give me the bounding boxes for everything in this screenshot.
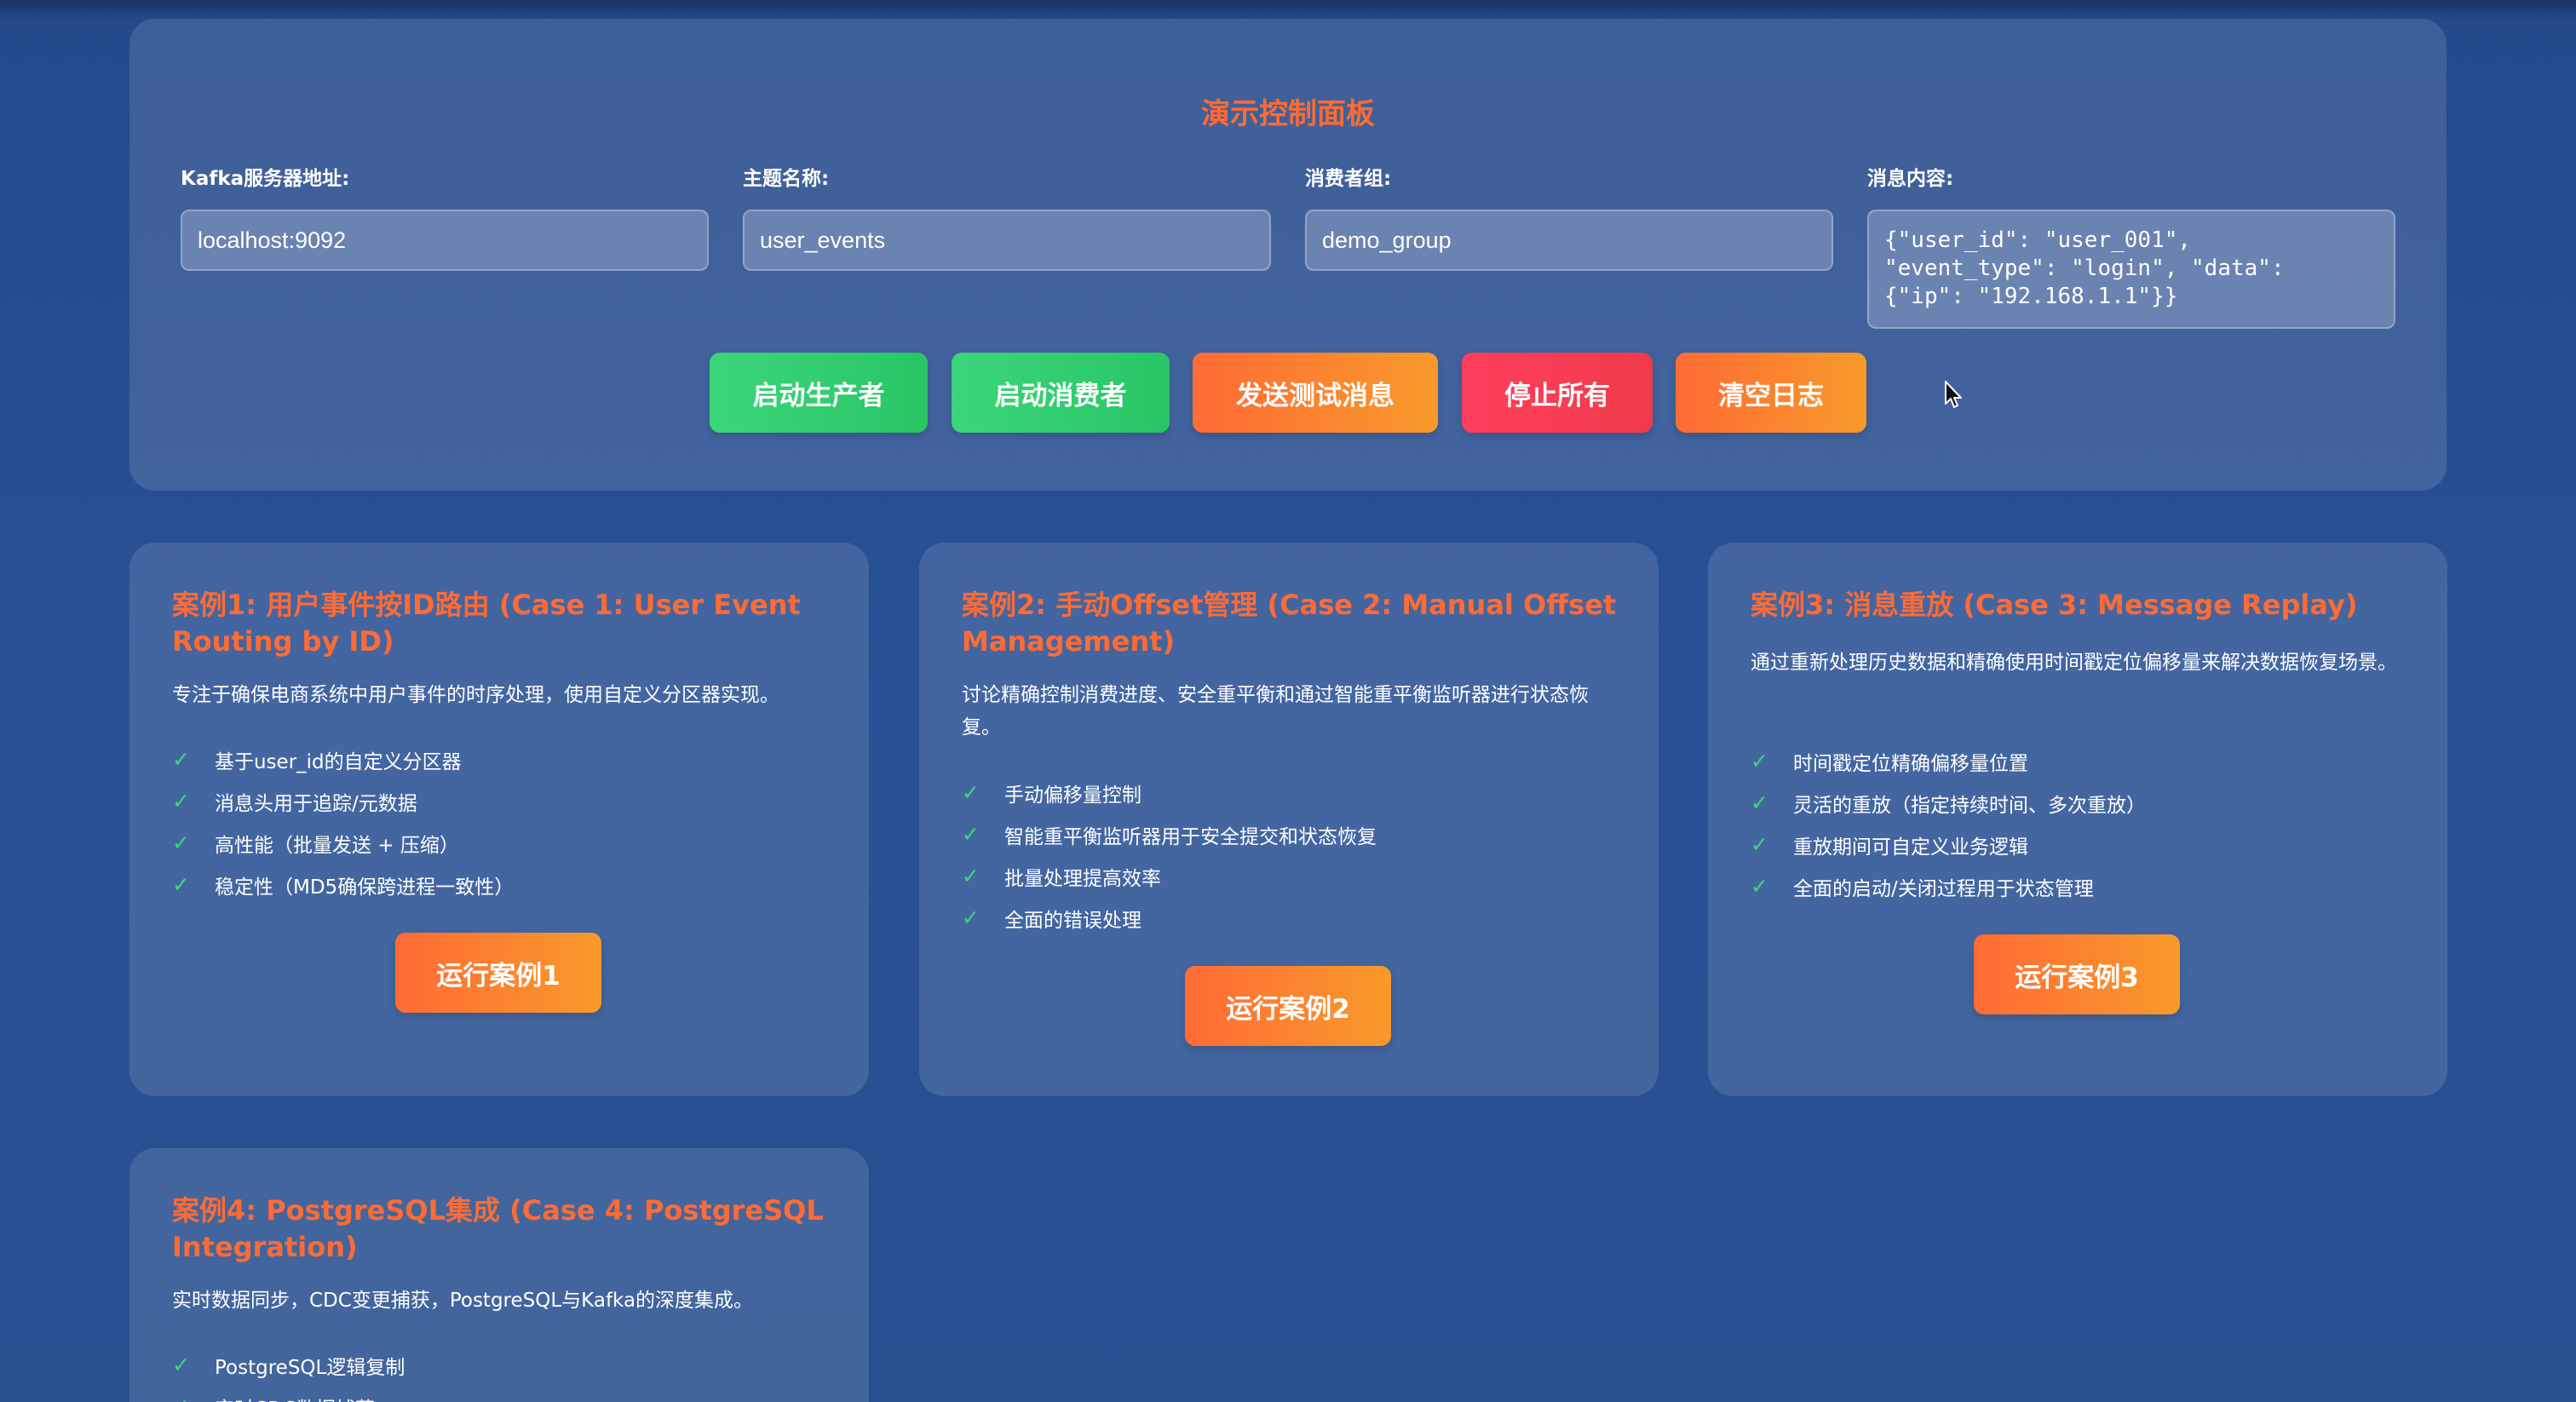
case-card-4: 案例4: PostgreSQL集成 (Case 4: PostgreSQL In… [129, 1148, 869, 1402]
feature-text: 时间戳定位精确偏移量位置 [1793, 752, 2028, 775]
start-producer-button[interactable]: 启动生产者 [710, 353, 928, 433]
check-icon: ✓ [1751, 874, 1768, 899]
check-icon: ✓ [962, 905, 980, 930]
check-icon: ✓ [172, 830, 190, 855]
case-title: 案例3: 消息重放 (Case 3: Message Replay) [1751, 589, 2358, 621]
feature-list: ✓ 手动偏移量控制 ✓ 智能重平衡监听器用于安全提交和状态恢复 ✓ 批量处理提高效率 … [962, 772, 1377, 939]
feature-text: 高性能（批量发送 + 压缩） [215, 834, 459, 857]
topic-input[interactable] [743, 210, 1271, 271]
case-title: 案例1: 用户事件按ID路由 (Case 1: User Event Routi… [172, 589, 801, 658]
list-item: ✓ 稳定性（MD5确保跨进程一致性） [172, 864, 514, 905]
top-shadow [0, 0, 2576, 20]
check-icon: ✓ [1751, 832, 1768, 857]
consumer-group-field: 消费者组: [1305, 162, 1833, 271]
list-item: ✓ 消息头用于追踪/元数据 [172, 780, 514, 822]
feature-text: PostgreSQL逻辑复制 [215, 1356, 405, 1379]
check-icon: ✓ [172, 872, 190, 897]
run-case-1-button[interactable]: 运行案例1 [395, 933, 601, 1013]
case-card-1: 案例1: 用户事件按ID路由 (Case 1: User Event Routi… [129, 543, 869, 1096]
case-card-2: 案例2: 手动Offset管理 (Case 2: Manual Offset M… [919, 543, 1659, 1096]
feature-text: 消息头用于追踪/元数据 [215, 792, 417, 815]
list-item: ✓ 基于user_id的自定义分区器 [172, 738, 514, 780]
list-item: ✓ 时间戳定位精确偏移量位置 [1751, 740, 2146, 782]
control-buttons: 启动生产者 启动消费者 发送测试消息 停止所有 清空日志 [129, 353, 2447, 433]
feature-text: 灵活的重放（指定持续时间、多次重放） [1793, 794, 2146, 817]
mouse-cursor-icon [1945, 381, 1962, 408]
list-item: ✓ 全面的启动/关闭过程用于状态管理 [1751, 865, 2146, 907]
stop-all-button[interactable]: 停止所有 [1462, 353, 1653, 433]
consumer-group-label: 消费者组: [1305, 168, 1392, 190]
feature-text: 基于user_id的自定义分区器 [215, 750, 462, 773]
check-icon: ✓ [172, 1353, 190, 1377]
list-item: ✓ 重放期间可自定义业务逻辑 [1751, 824, 2146, 865]
case-title: 案例4: PostgreSQL集成 (Case 4: PostgreSQL In… [172, 1194, 824, 1263]
topic-field: 主题名称: [743, 162, 1271, 271]
feature-text: 稳定性（MD5确保跨进程一致性） [215, 876, 515, 899]
case-title: 案例2: 手动Offset管理 (Case 2: Manual Offset M… [962, 589, 1617, 658]
send-test-message-button[interactable]: 发送测试消息 [1193, 353, 1438, 433]
check-icon: ✓ [962, 822, 980, 847]
case-description: 讨论精确控制消费进度、安全重平衡和通过智能重平衡监听器进行状态恢复。 [962, 684, 1589, 738]
panel-title: 演示控制面板 [1201, 97, 1375, 131]
case-description: 实时数据同步，CDC变更捕获，PostgreSQL与Kafka的深度集成。 [172, 1290, 754, 1312]
check-icon: ✓ [962, 864, 980, 888]
check-icon: ✓ [1751, 749, 1768, 773]
run-case-2-button[interactable]: 运行案例2 [1185, 966, 1391, 1046]
feature-list: ✓ 基于user_id的自定义分区器 ✓ 消息头用于追踪/元数据 ✓ 高性能（批量发送… [172, 738, 514, 905]
feature-list: ✓PostgreSQL逻辑复制 ✓实时CDC数据捕获 [172, 1344, 405, 1402]
consumer-group-input[interactable] [1305, 210, 1833, 271]
feature-text: 全面的启动/关闭过程用于状态管理 [1793, 877, 2094, 900]
kafka-server-input[interactable] [181, 210, 709, 271]
start-consumer-button[interactable]: 启动消费者 [952, 353, 1170, 433]
check-icon: ✓ [962, 780, 980, 805]
run-case-3-button[interactable]: 运行案例3 [1974, 934, 2180, 1014]
case-card-3: 案例3: 消息重放 (Case 3: Message Replay) 通过重新处… [1708, 543, 2447, 1096]
feature-text: 批量处理提高效率 [1004, 867, 1161, 890]
feature-text: 智能重平衡监听器用于安全提交和状态恢复 [1004, 825, 1377, 848]
case-description: 通过重新处理历史数据和精确使用时间戳定位偏移量来解决数据恢复场景。 [1751, 652, 2397, 674]
message-field: 消息内容: [1867, 162, 2395, 329]
topic-label: 主题名称: [743, 168, 830, 190]
list-item: ✓ PostgreSQL逻辑复制 [172, 1344, 405, 1386]
feature-text: 全面的错误处理 [1004, 909, 1141, 932]
check-icon: ✓ [172, 789, 190, 813]
feature-text: 实时CDC数据捕获 [215, 1393, 375, 1402]
clear-log-button[interactable]: 清空日志 [1676, 353, 1866, 433]
message-label: 消息内容: [1867, 168, 1954, 190]
list-item: ✓ 手动偏移量控制 [962, 772, 1377, 813]
check-icon: ✓ [172, 747, 190, 772]
feature-list: ✓ 时间戳定位精确偏移量位置 ✓ 灵活的重放（指定持续时间、多次重放） ✓ 重放期间可… [1751, 740, 2146, 907]
feature-text: 手动偏移量控制 [1004, 784, 1141, 807]
check-icon: ✓ [172, 1394, 215, 1402]
message-textarea[interactable] [1867, 210, 2395, 329]
check-icon: ✓ [1751, 790, 1768, 815]
list-item: ✓ 高性能（批量发送 + 压缩） [172, 822, 514, 864]
list-item: ✓ 灵活的重放（指定持续时间、多次重放） [1751, 782, 2146, 824]
list-item: ✓ 智能重平衡监听器用于安全提交和状态恢复 [962, 813, 1377, 855]
feature-text: 重放期间可自定义业务逻辑 [1793, 836, 2028, 859]
kafka-server-field: Kafka服务器地址: [181, 162, 709, 271]
control-panel: 演示控制面板 Kafka服务器地址: 主题名称: 消费者组: 消息内容: 启动生… [129, 19, 2447, 491]
list-item: ✓ 批量处理提高效率 [962, 855, 1377, 897]
list-item: ✓ 全面的错误处理 [962, 897, 1377, 939]
case-description: 专注于确保电商系统中用户事件的时序处理，使用自定义分区器实现。 [172, 684, 779, 706]
list-item: ✓实时CDC数据捕获 [172, 1386, 405, 1402]
kafka-server-label: Kafka服务器地址: [181, 168, 350, 190]
